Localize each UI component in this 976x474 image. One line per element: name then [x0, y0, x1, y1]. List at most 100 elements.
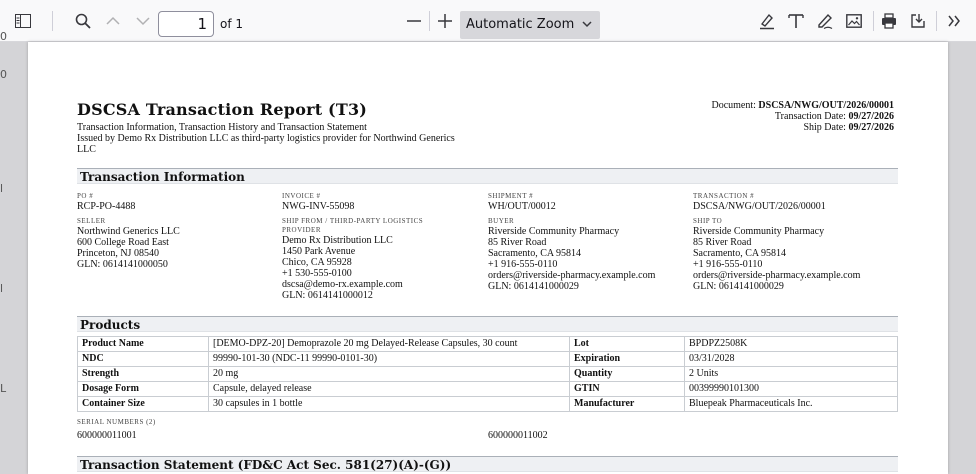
po-number: RCP-PO-4488	[77, 201, 136, 212]
table-key: Lot	[569, 336, 685, 352]
field-label: SHIP FROM / THIRD-PARTY LOGISTICS	[282, 217, 424, 225]
next-page-icon[interactable]	[129, 7, 157, 35]
shipment-field: SHIPMENT # WH/OUT/00012	[488, 192, 556, 212]
toolbar-separator	[52, 11, 53, 31]
ship-to-block: SHIP TO Riverside Community Pharmacy 85 …	[693, 217, 860, 292]
table-value: 00399990101300	[684, 381, 898, 397]
search-icon[interactable]	[69, 7, 97, 35]
address-line: Chico, CA 95928	[282, 257, 352, 268]
field-label: TRANSACTION #	[693, 192, 755, 200]
add-image-icon[interactable]	[840, 7, 868, 35]
edge-char: 0	[0, 68, 7, 81]
address-line: 85 River Road	[693, 237, 752, 248]
ship-date: 09/27/2026	[848, 122, 894, 133]
meta-label: Transaction Date:	[774, 111, 846, 122]
table-value: BPDPZ2508K	[684, 336, 898, 352]
table-value: 03/31/2028	[684, 351, 898, 367]
table-row: Product Name [DEMO-DPZ-20] Demoprazole 2…	[77, 336, 898, 352]
address-line: 1450 Park Avenue	[282, 246, 356, 257]
edge-char: 0	[0, 30, 7, 43]
shipment-number: WH/OUT/00012	[488, 201, 556, 212]
section-heading-statement: Transaction Statement (FD&C Act Sec. 581…	[77, 456, 898, 472]
products-table: Product Name [DEMO-DPZ-20] Demoprazole 2…	[77, 336, 898, 412]
email-line: dscsa@demo-rx.example.com	[282, 279, 403, 290]
table-key: Strength	[77, 366, 209, 382]
email-line: orders@riverside-pharmacy.example.com	[693, 270, 861, 281]
address-line: Riverside Community Pharmacy	[693, 226, 825, 237]
gln-line: GLN: 0614141000012	[282, 290, 373, 301]
buyer-block: BUYER Riverside Community Pharmacy 85 Ri…	[488, 217, 655, 292]
field-label: INVOICE #	[282, 192, 321, 200]
document-number: DSCSA/NWG/OUT/2026/00001	[758, 100, 894, 111]
address-line: Riverside Community Pharmacy	[488, 226, 620, 237]
table-key: Quantity	[569, 366, 685, 382]
draw-icon[interactable]	[811, 7, 839, 35]
pdf-page: DSCSA Transaction Report (T3) Transactio…	[28, 42, 948, 474]
phone-line: +1 916-555-0110	[693, 259, 763, 270]
serial-number: 600000011002	[488, 430, 548, 441]
field-label: SELLER	[77, 217, 106, 225]
table-value: [DEMO-DPZ-20] Demoprazole 20 mg Delayed-…	[208, 336, 570, 352]
subtitle-line: Transaction Information, Transaction His…	[77, 122, 367, 133]
field-label: SHIPMENT #	[488, 192, 534, 200]
sidebar-toggle-icon[interactable]	[9, 7, 37, 35]
zoom-select-value: Automatic Zoom	[466, 17, 575, 32]
table-value: 99990-101-30 (NDC-11 99990-0101-30)	[208, 351, 570, 367]
invoice-number: NWG-INV-55098	[282, 201, 355, 212]
po-field: PO # RCP-PO-4488	[77, 192, 135, 212]
section-heading-products: Products	[77, 316, 898, 332]
table-row: Dosage Form Capsule, delayed release GTI…	[77, 381, 898, 397]
table-key: Expiration	[569, 351, 685, 367]
chevron-down-icon	[582, 11, 592, 39]
address-line: Sacramento, CA 95814	[488, 248, 582, 259]
gln-line: GLN: 0614141000029	[488, 281, 579, 292]
section-heading-transaction-info: Transaction Information	[77, 168, 898, 184]
table-key: Product Name	[77, 336, 209, 352]
table-key: Dosage Form	[77, 381, 209, 397]
toolbar-separator	[936, 11, 937, 31]
edge-char: L	[0, 382, 7, 395]
page-number-input[interactable]: 1	[158, 11, 214, 37]
document-subtitle: Transaction Information, Transaction His…	[77, 122, 457, 155]
table-value: Capsule, delayed release	[208, 381, 570, 397]
serial-number: 600000011001	[77, 430, 137, 441]
highlight-icon[interactable]	[753, 7, 781, 35]
left-edge-fragment: 0 0 l l L	[0, 30, 10, 474]
address-line: Demo Rx Distribution LLC	[282, 235, 393, 246]
serial-numbers-label: SERIAL NUMBERS (2)	[77, 418, 156, 426]
field-label: PROVIDER	[282, 226, 322, 234]
invoice-field: INVOICE # NWG-INV-55098	[282, 192, 354, 212]
table-value: 20 mg	[208, 366, 570, 382]
gln-line: GLN: 0614141000050	[77, 259, 168, 270]
ship-from-block: SHIP FROM / THIRD-PARTY LOGISTICS PROVID…	[282, 217, 423, 301]
document-title: DSCSA Transaction Report (T3)	[77, 100, 368, 119]
email-line: orders@riverside-pharmacy.example.com	[488, 270, 656, 281]
zoom-out-icon[interactable]	[400, 7, 428, 35]
table-row: Strength 20 mg Quantity 2 Units	[77, 366, 898, 382]
text-tool-icon[interactable]	[782, 7, 810, 35]
address-line: Princeton, NJ 08540	[77, 248, 159, 259]
zoom-select[interactable]: Automatic Zoom	[460, 11, 600, 39]
table-key: NDC	[77, 351, 209, 367]
toolbar-separator	[873, 11, 874, 31]
page-count-label: of 1	[220, 17, 244, 31]
pdf-toolbar: 1 of 1 Automatic Zoom	[0, 0, 976, 42]
meta-label: Document:	[711, 100, 756, 111]
field-label: BUYER	[488, 217, 515, 225]
transaction-field: TRANSACTION # DSCSA/NWG/OUT/2026/00001	[693, 192, 826, 212]
phone-line: +1 530-555-0100	[282, 268, 352, 279]
tools-menu-icon[interactable]	[940, 7, 968, 35]
save-icon[interactable]	[904, 7, 932, 35]
previous-page-icon[interactable]	[99, 7, 127, 35]
meta-label: Ship Date:	[803, 122, 846, 133]
print-icon[interactable]	[875, 7, 903, 35]
address-line: Northwind Generics LLC	[77, 226, 180, 237]
edge-char: l	[0, 182, 4, 195]
zoom-in-icon[interactable]	[431, 7, 459, 35]
edge-char: l	[0, 282, 4, 295]
address-line: 600 College Road East	[77, 237, 169, 248]
table-key: Container Size	[77, 396, 209, 412]
table-row: Container Size 30 capsules in 1 bottle M…	[77, 396, 898, 412]
document-meta: Document: DSCSA/NWG/OUT/2026/00001 Trans…	[711, 100, 894, 133]
seller-block: SELLER Northwind Generics LLC 600 Colleg…	[77, 217, 180, 270]
